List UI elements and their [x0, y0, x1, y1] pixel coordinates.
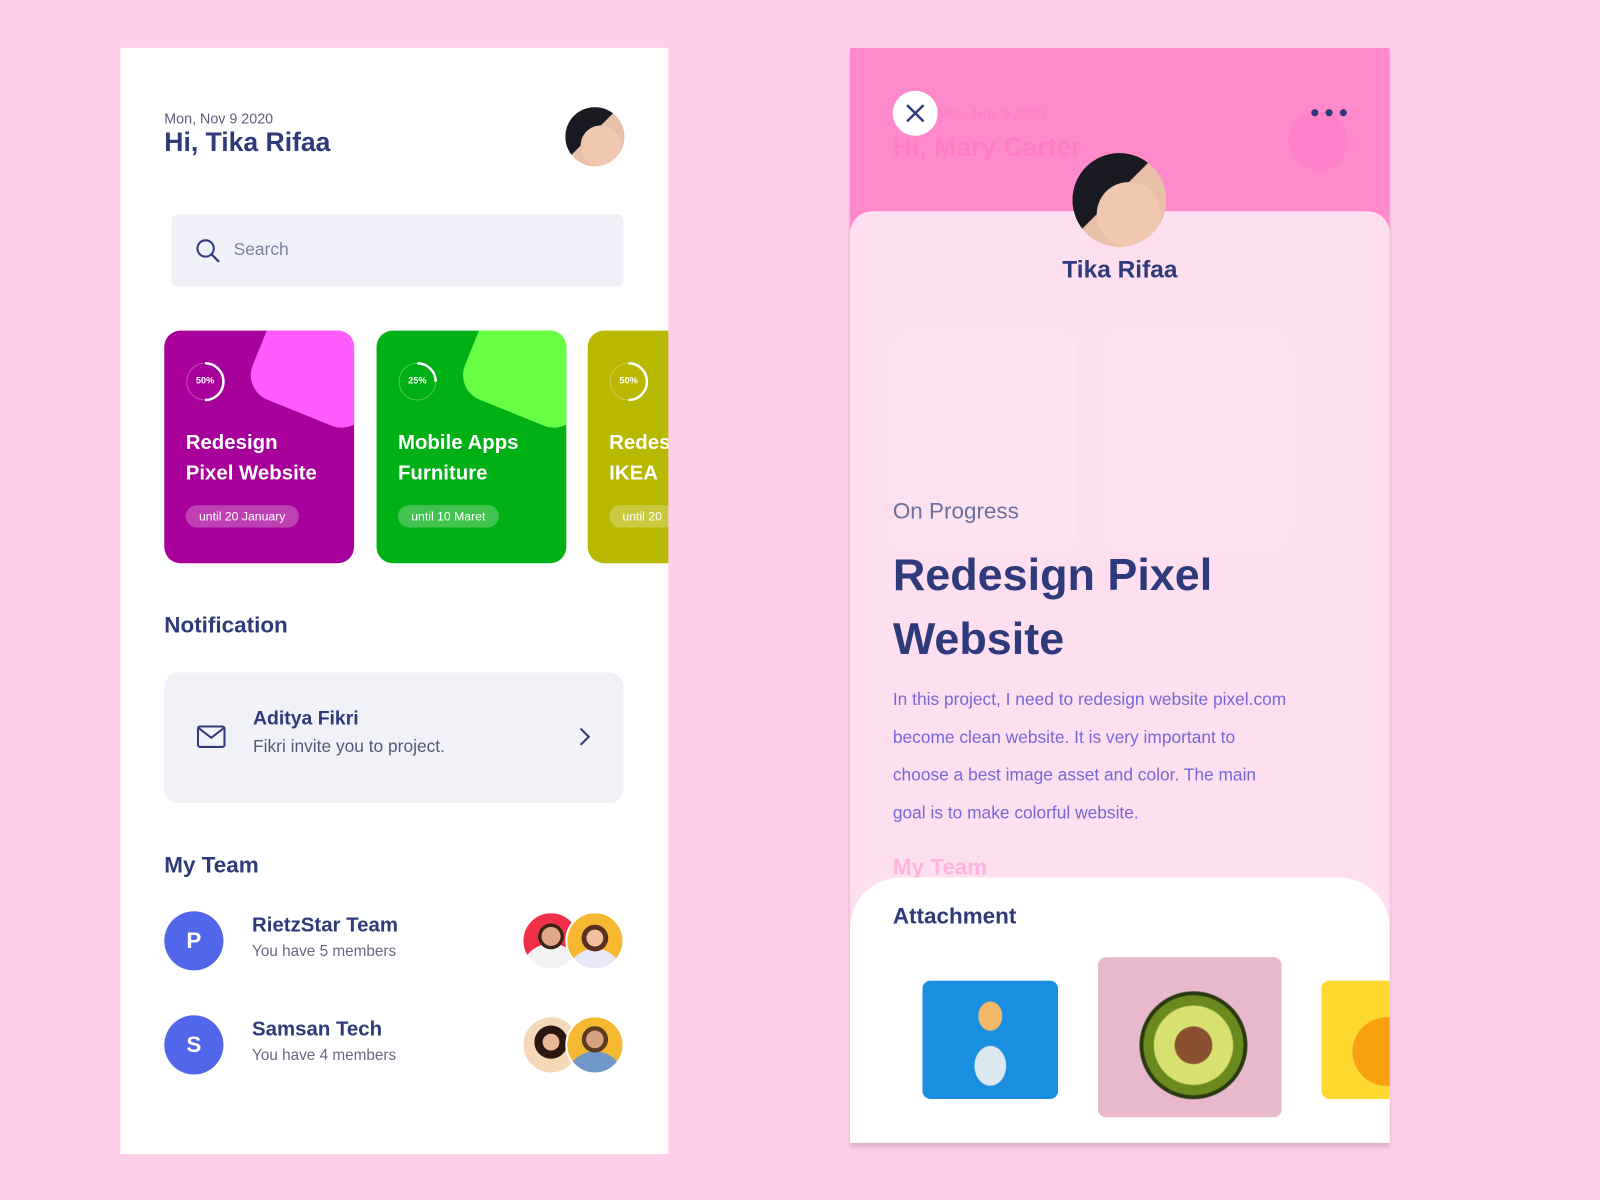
progress-label: 25% — [408, 375, 427, 386]
ghost-card — [1105, 333, 1289, 548]
chevron-right-icon[interactable] — [578, 726, 592, 748]
team-name: Samsan Tech — [252, 1018, 383, 1041]
project-title: Mobile Apps Furniture — [398, 428, 519, 489]
more-dots-icon — [1311, 109, 1319, 117]
more-dots-icon — [1339, 109, 1347, 117]
progress-label: 50% — [619, 375, 638, 386]
search-input[interactable]: Search — [171, 214, 624, 287]
notification-heading: Notification — [164, 612, 288, 638]
project-title: Redesign Pixel Website — [186, 428, 317, 489]
due-date-badge: until 10 Maret — [397, 505, 499, 528]
more-options-button[interactable] — [1307, 101, 1348, 125]
project-title-line: Pixel Website — [185, 462, 317, 485]
project-title-line: Redesign — [185, 431, 278, 455]
team-item[interactable]: S Samsan Tech You have 4 members — [164, 1015, 625, 1075]
mail-icon — [196, 725, 226, 748]
more-dots-icon — [1325, 109, 1333, 117]
team-members: You have 4 members — [252, 1046, 397, 1065]
card-accent — [455, 330, 567, 436]
project-card[interactable]: 25% Mobile Apps Furniture until 10 Maret — [376, 330, 567, 564]
project-title-line: Redesign Pixel — [892, 549, 1213, 600]
search-placeholder: Search — [233, 239, 289, 260]
project-title-line: Redesign — [609, 431, 668, 455]
project-title-line: Furniture — [397, 462, 488, 485]
search-icon — [196, 239, 220, 263]
description-line: become clean website. It is very importa… — [892, 727, 1236, 747]
close-icon — [906, 104, 925, 123]
project-title: Redesign IKEA — [609, 428, 668, 489]
notification-card[interactable]: Aditya Fikri Fikri invite you to project… — [164, 672, 624, 804]
progress-label: 50% — [195, 375, 215, 386]
project-description: In this project, I need to redesign webs… — [893, 681, 1332, 832]
ghost-greeting: Hi, Mary Carter — [892, 131, 1082, 163]
team-initial-avatar: S — [164, 1015, 224, 1075]
project-title-line: IKEA — [609, 462, 658, 485]
project-detail-screen: Mon, Nov 9 2020 Hi, Mary Carter My Team … — [843, 47, 1396, 1155]
member-avatar — [565, 911, 625, 971]
attachment-image-fruit[interactable] — [1321, 980, 1390, 1099]
user-avatar — [1072, 153, 1167, 247]
team-heading: My Team — [164, 852, 259, 878]
project-status: On Progress — [892, 497, 1019, 524]
team-members: You have 5 members — [252, 942, 397, 961]
project-title-line: Website — [892, 614, 1065, 665]
attachment-image-avocado[interactable] — [1097, 957, 1282, 1118]
attachment-heading: Attachment — [892, 903, 1017, 929]
ghost-date: Mon, Nov 9 2020 — [936, 105, 1046, 122]
team-name: RietzStar Team — [252, 914, 398, 937]
due-date-badge: until 20 January — [185, 505, 299, 528]
date-label: Mon, Nov 9 2020 — [164, 110, 274, 127]
member-avatar — [565, 1015, 625, 1075]
description-line: In this project, I need to redesign webs… — [892, 689, 1287, 710]
notification-sender: Aditya Fikri — [253, 708, 359, 730]
project-title-line: Mobile Apps — [397, 431, 519, 455]
profile-avatar[interactable] — [565, 107, 625, 167]
notification-message: Fikri invite you to project. — [253, 736, 445, 757]
due-date-badge: until 20 — [609, 505, 669, 528]
attachment-sheet: Attachment — [849, 877, 1390, 1143]
attachment-image-pineapple[interactable] — [922, 980, 1059, 1099]
user-name: Tika Rifaa — [1062, 256, 1178, 284]
project-card[interactable]: 50% Redesign IKEA until 20 — [587, 330, 669, 564]
team-initial-avatar: P — [164, 911, 224, 971]
home-screen: Mon, Nov 9 2020 Hi, Tika Rifaa Search 50… — [120, 47, 669, 1155]
description-line: choose a best image asset and color. The… — [892, 765, 1257, 785]
project-card[interactable]: 50% Redesign Pixel Website until 20 Janua… — [164, 330, 355, 564]
project-title: Redesign Pixel Website — [893, 543, 1212, 672]
card-accent — [242, 330, 355, 436]
close-button[interactable] — [892, 90, 938, 136]
greeting: Hi, Tika Rifaa — [164, 126, 331, 158]
team-item[interactable]: P RietzStar Team You have 5 members — [164, 911, 625, 971]
description-line: goal is to make colorful website. — [892, 803, 1139, 823]
card-accent — [666, 330, 669, 436]
